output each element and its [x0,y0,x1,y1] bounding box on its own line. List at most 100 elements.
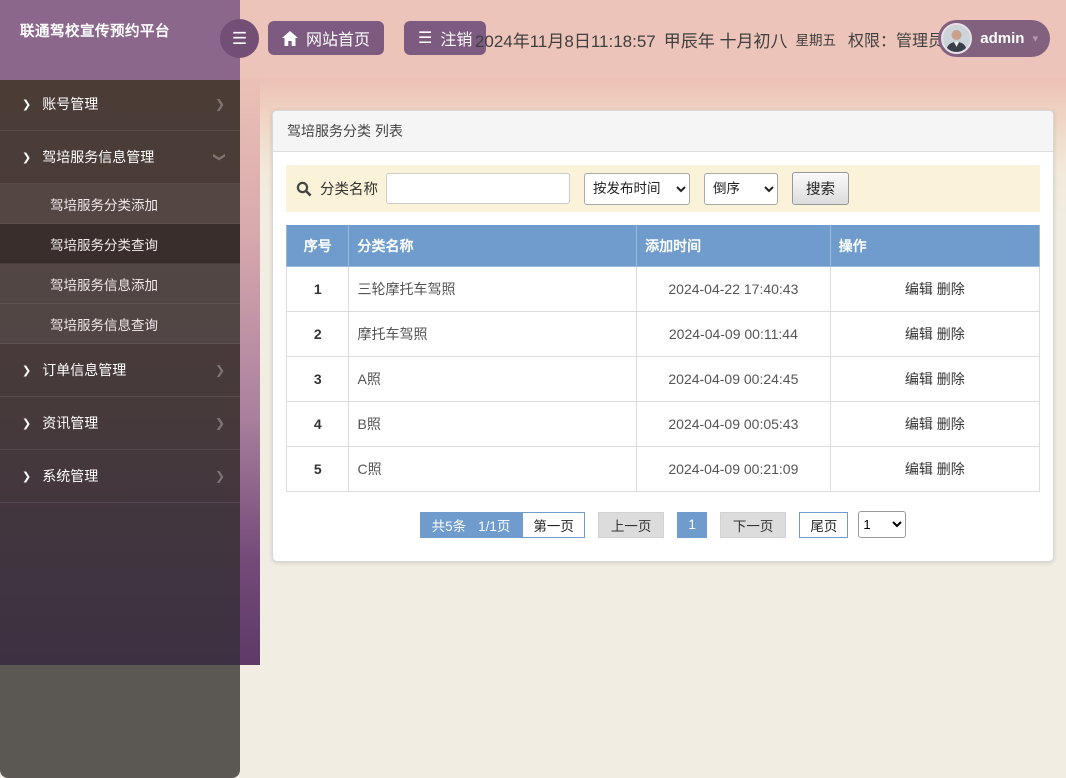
sort-order-select[interactable]: 倒序 [704,172,778,205]
role-label: 权限：管理员 [847,33,944,50]
chevron-right-icon: ❯ [214,97,225,111]
sidebar-subitem-category-query[interactable]: 驾培服务分类查询 [0,224,240,264]
sidebar-subitem-info-add[interactable]: 驾培服务信息添加 [0,264,240,304]
admin-username: admin [980,30,1025,47]
last-page-button[interactable]: 尾页 [799,511,849,538]
home-icon [282,30,298,46]
sidebar-subitem-info-query[interactable]: 驾培服务信息查询 [0,304,240,344]
cell-no: 5 [285,446,350,492]
cell-no: 2 [285,311,350,357]
delete-link[interactable]: 删除 [937,371,965,387]
sidebar-item-training-service-management[interactable]: ❯ 驾培服务信息管理 ❯ [0,131,240,184]
cell-time: 2024-04-09 00:21:09 [636,446,831,492]
sidebar-toggle-button[interactable]: ☰ [220,19,259,58]
edit-link[interactable]: 编辑 [905,371,933,387]
delete-link[interactable]: 删除 [937,461,965,477]
sidebar-item-label: 驾培服务信息管理 [42,149,155,165]
chevron-right-icon: ❯ [22,151,32,164]
sidebar-item-system-management[interactable]: ❯ 系统管理 ❯ [0,450,240,503]
edit-link[interactable]: 编辑 [905,326,933,342]
cell-actions: 编辑 删除 [829,401,1041,447]
header-name: 分类名称 [348,225,638,267]
cell-name: C照 [348,446,638,492]
sidebar-item-order-management[interactable]: ❯ 订单信息管理 ❯ [0,344,240,397]
pagination-summary: 共5条 1/1页 [419,511,523,538]
edit-link[interactable]: 编辑 [905,281,933,297]
sidebar-item-account-management[interactable]: ❯ 账号管理 ❯ [0,78,240,131]
first-page-button[interactable]: 第一页 [522,511,585,538]
table-row: 4 B照 2024-04-09 00:05:43 编辑 删除 [285,401,1041,447]
sidebar-subitem-label: 驾培服务分类添加 [50,197,158,213]
weekday-text: 星期五 [795,33,836,48]
cell-time: 2024-04-09 00:05:43 [636,401,831,447]
search-button[interactable]: 搜索 [792,172,849,205]
lunar-date-text: 甲辰年 十月初八 [663,31,788,51]
admin-menu[interactable]: admin ▾ [938,20,1050,57]
header-actions: 操作 [829,225,1041,267]
cell-time: 2024-04-09 00:24:45 [636,356,831,402]
cell-name: A照 [348,356,638,402]
table-row: 2 摩托车驾照 2024-04-09 00:11:44 编辑 删除 [285,311,1041,357]
current-page-button[interactable]: 1 [677,511,707,538]
sidebar-item-label: 资讯管理 [42,415,99,431]
header-time: 添加时间 [636,225,831,267]
app-window: 网站首页 ☰ 注销 2024年11月8日11:18:57 甲辰年 十月初八 星期… [0,0,1066,778]
delete-link[interactable]: 删除 [937,326,965,342]
edit-link[interactable]: 编辑 [905,461,933,477]
delete-link[interactable]: 删除 [937,281,965,297]
sidebar-subitem-label: 驾培服务分类查询 [50,237,158,253]
datetime-bar: 2024年11月8日11:18:57 甲辰年 十月初八 星期五 权限：管理员 [475,0,944,78]
category-name-input[interactable] [386,173,570,204]
search-toolbar: 分类名称 按发布时间 倒序 搜索 [286,165,1040,212]
main-content: 驾培服务分类 列表 分类名称 按发布时间 倒序 搜索 序号 分类名称 添加时间 … [260,78,1066,778]
cell-name: B照 [348,401,638,447]
panel-title: 驾培服务分类 列表 [273,111,1053,152]
chevron-right-icon: ❯ [22,98,32,111]
header-no: 序号 [285,225,350,267]
home-button[interactable]: 网站首页 [268,21,385,55]
page-select[interactable]: 1 [858,511,907,538]
caret-down-icon: ▾ [1032,33,1038,45]
table-row: 5 C照 2024-04-09 00:21:09 编辑 删除 [285,446,1041,492]
search-label: 分类名称 [320,182,378,198]
list-panel: 驾培服务分类 列表 分类名称 按发布时间 倒序 搜索 序号 分类名称 添加时间 … [272,110,1054,562]
next-page-button[interactable]: 下一页 [719,511,787,538]
hamburger-icon: ☰ [231,29,248,48]
table-row: 3 A照 2024-04-09 00:24:45 编辑 删除 [285,356,1041,402]
prev-page-button[interactable]: 上一页 [597,511,665,538]
cell-no: 3 [285,356,350,402]
sidebar-footer-block [0,665,240,778]
edit-link[interactable]: 编辑 [905,416,933,432]
sort-field-select[interactable]: 按发布时间 [584,172,690,205]
total-count: 共5条 [431,518,467,534]
sidebar-item-label: 账号管理 [42,96,99,112]
cell-actions: 编辑 删除 [829,446,1041,492]
search-icon [296,181,312,197]
cell-actions: 编辑 删除 [829,266,1041,312]
chevron-right-icon: ❯ [214,416,225,430]
chevron-right-icon: ❯ [22,417,32,430]
cell-actions: 编辑 删除 [829,356,1041,402]
cell-no: 4 [285,401,350,447]
page-info: 1/1页 [478,518,511,534]
sidebar-item-news-management[interactable]: ❯ 资讯管理 ❯ [0,397,240,450]
pagination: 共5条 1/1页 第一页 上一页 1 下一页 尾页 1 [286,511,1040,538]
table-header-row: 序号 分类名称 添加时间 操作 [285,225,1041,267]
chevron-right-icon: ❯ [22,470,32,483]
sidebar-item-label: 订单信息管理 [42,362,127,378]
cell-name: 摩托车驾照 [348,311,638,357]
cell-name: 三轮摩托车驾照 [348,266,638,312]
list-icon: ☰ [418,30,433,47]
logout-button-label: 注销 [440,32,473,49]
sidebar-subitem-category-add[interactable]: 驾培服务分类添加 [0,184,240,224]
cell-time: 2024-04-09 00:11:44 [636,311,831,357]
chevron-right-icon: ❯ [214,363,225,377]
app-header: 联通驾校宣传预约平台 [0,0,240,80]
chevron-down-icon: ❯ [212,151,227,163]
cell-time: 2024-04-22 17:40:43 [636,266,831,312]
cell-actions: 编辑 删除 [829,311,1041,357]
home-button-label: 网站首页 [306,32,371,49]
datetime-text: 2024年11月8日11:18:57 [474,31,656,51]
delete-link[interactable]: 删除 [937,416,965,432]
chevron-right-icon: ❯ [22,364,32,377]
